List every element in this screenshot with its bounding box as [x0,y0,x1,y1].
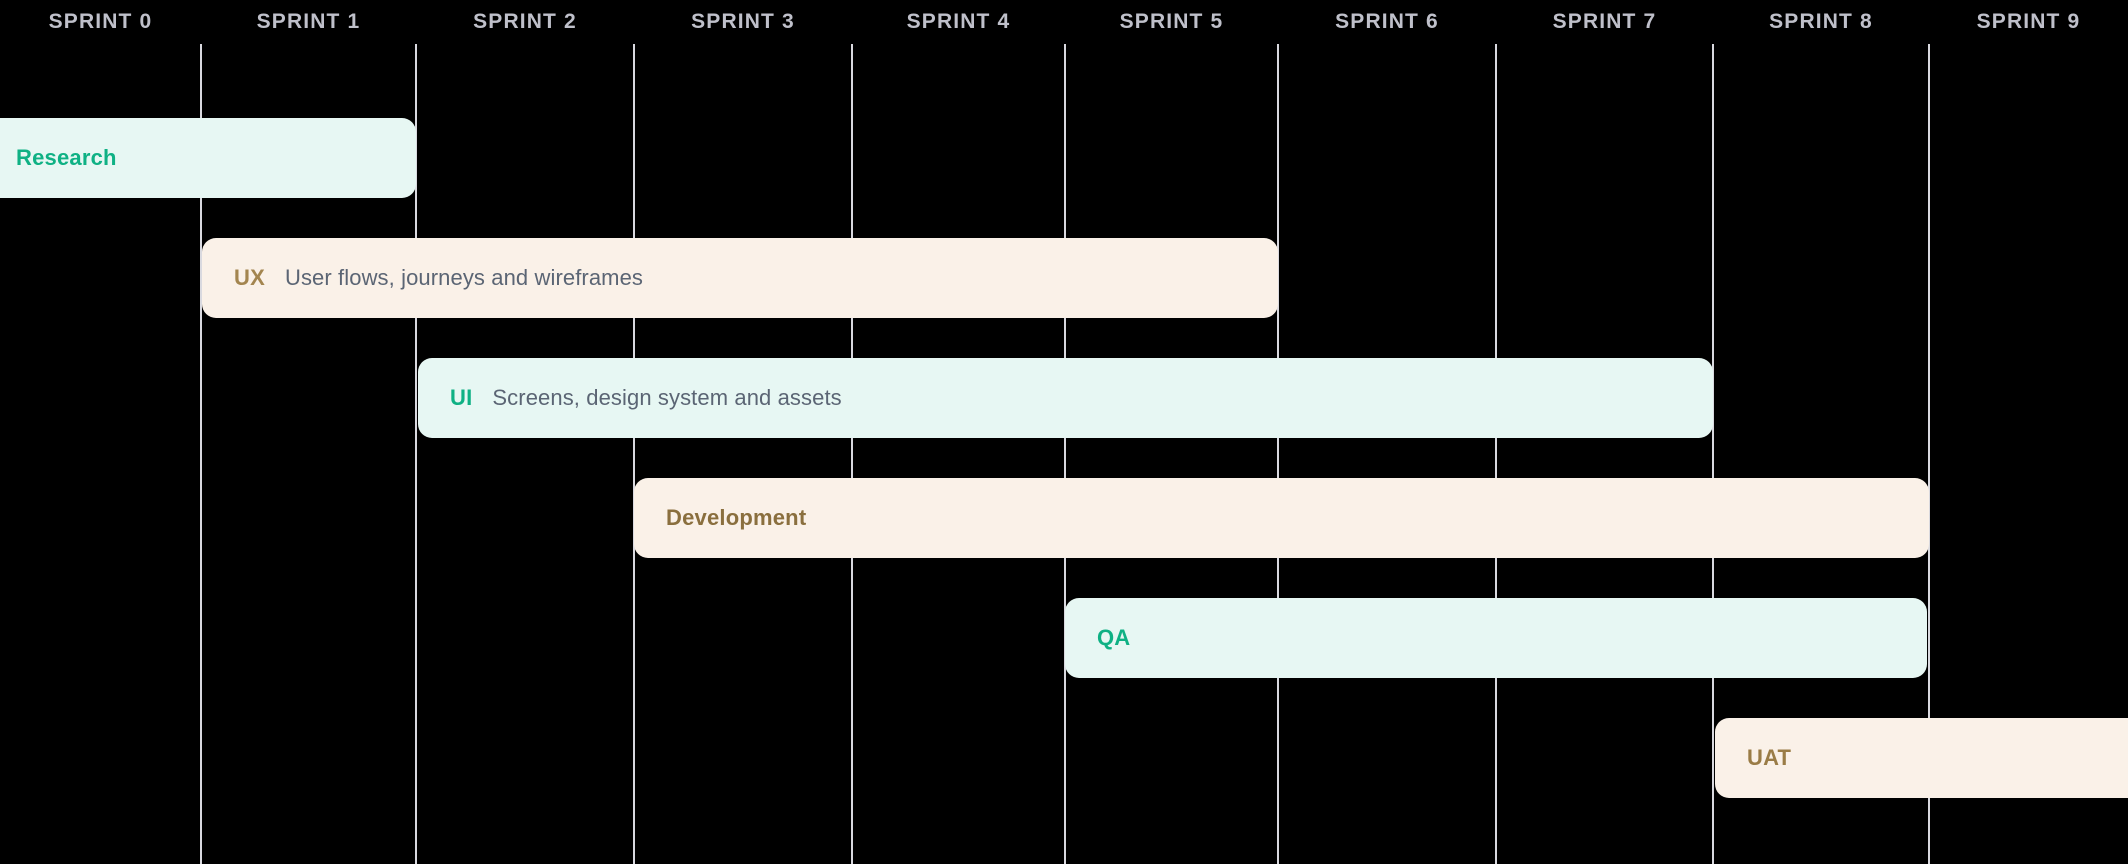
bar-title-label: UAT [1747,745,1792,770]
sprint-column-header-8[interactable]: SPRINT 8 [1713,0,1929,44]
gantt-bar-qa[interactable]: QA [1065,598,1927,678]
bar-title-label: Development [666,505,807,530]
bar-tag-label: UX [234,265,265,290]
gantt-bar-development[interactable]: Development [634,478,1929,558]
sprint-column-header-1[interactable]: SPRINT 1 [201,0,416,44]
bar-title-label: Research [16,145,117,170]
sprint-column-header-7[interactable]: SPRINT 7 [1496,0,1713,44]
bar-description-label: Screens, design system and assets [492,385,842,410]
gantt-bar-research[interactable]: Research [0,118,416,198]
sprint-column-header-5[interactable]: SPRINT 5 [1065,0,1278,44]
sprint-column-header-9[interactable]: SPRINT 9 [1929,0,2128,44]
gantt-bar-ui[interactable]: UI Screens, design system and assets [418,358,1713,438]
sprint-column-header-0[interactable]: SPRINT 0 [0,0,201,44]
bar-title-label: QA [1097,625,1131,650]
gantt-bar-ux[interactable]: UX User flows, journeys and wireframes [202,238,1278,318]
sprint-column-header-2[interactable]: SPRINT 2 [416,0,634,44]
gantt-chart: SPRINT 0 SPRINT 1 SPRINT 2 SPRINT 3 SPRINT 4… [0,0,2128,864]
bar-tag-label: UI [450,385,473,410]
sprint-column-header-4[interactable]: SPRINT 4 [852,0,1065,44]
gantt-bar-uat[interactable]: UAT [1715,718,2128,798]
sprint-column-header-3[interactable]: SPRINT 3 [634,0,852,44]
sprint-column-header-6[interactable]: SPRINT 6 [1278,0,1496,44]
bar-description-label: User flows, journeys and wireframes [284,265,644,290]
sprint-header-row: SPRINT 0 SPRINT 1 SPRINT 2 SPRINT 3 SPRINT 4… [0,0,2128,44]
task-bars: Research UX User flows, journeys and wiref… [0,0,2128,864]
